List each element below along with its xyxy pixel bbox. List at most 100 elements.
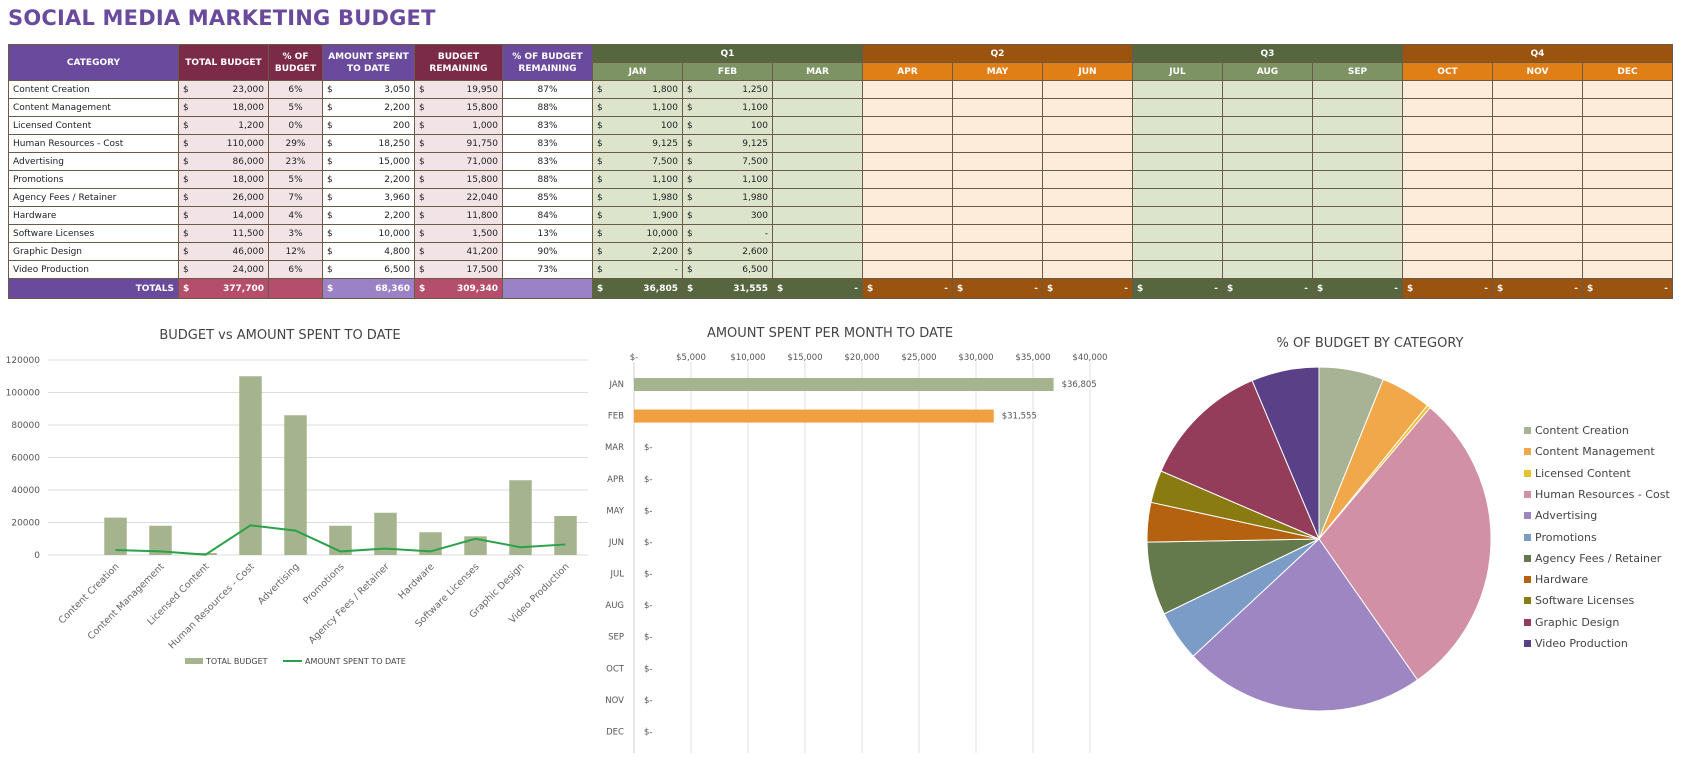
- month-cell[interactable]: [1222, 134, 1313, 153]
- category-cell[interactable]: Advertising: [8, 152, 179, 171]
- budget-remaining-cell[interactable]: $41,200: [414, 242, 503, 261]
- month-cell[interactable]: [1132, 134, 1223, 153]
- pct-remaining-cell[interactable]: 88%: [502, 170, 593, 189]
- month-cell[interactable]: $1,800: [592, 80, 683, 99]
- month-cell[interactable]: [1132, 116, 1223, 135]
- month-cell[interactable]: [1492, 170, 1583, 189]
- category-cell[interactable]: Hardware: [8, 206, 179, 225]
- month-cell[interactable]: [1312, 242, 1403, 261]
- amount-spent-cell[interactable]: $3,050: [322, 80, 415, 99]
- month-cell[interactable]: [772, 206, 863, 225]
- pct-remaining-cell[interactable]: 83%: [502, 152, 593, 171]
- month-cell[interactable]: $100: [682, 116, 773, 135]
- amount-spent-cell[interactable]: $3,960: [322, 188, 415, 207]
- month-cell[interactable]: [1312, 98, 1403, 117]
- pct-budget-cell[interactable]: 12%: [268, 242, 323, 261]
- month-cell[interactable]: [1132, 152, 1223, 171]
- month-cell[interactable]: [1492, 188, 1583, 207]
- category-cell[interactable]: Content Management: [8, 98, 179, 117]
- month-cell[interactable]: $100: [592, 116, 683, 135]
- month-cell[interactable]: [862, 260, 953, 279]
- totals-month-dec[interactable]: $ -: [1582, 278, 1673, 299]
- month-cell[interactable]: [1222, 242, 1313, 261]
- month-cell[interactable]: $7,500: [682, 152, 773, 171]
- totals-month-feb[interactable]: $31,555: [682, 278, 773, 299]
- totals-spent[interactable]: $68,360: [322, 278, 415, 299]
- month-cell[interactable]: [1312, 134, 1403, 153]
- month-cell[interactable]: [772, 80, 863, 99]
- pct-budget-cell[interactable]: 3%: [268, 224, 323, 243]
- totals-remaining[interactable]: $309,340: [414, 278, 503, 299]
- pct-budget-cell[interactable]: 23%: [268, 152, 323, 171]
- total-budget-cell[interactable]: $18,000: [178, 98, 269, 117]
- category-cell[interactable]: Promotions: [8, 170, 179, 189]
- month-cell[interactable]: [1492, 80, 1583, 99]
- month-cell[interactable]: [862, 170, 953, 189]
- total-budget-cell[interactable]: $14,000: [178, 206, 269, 225]
- amount-spent-cell[interactable]: $15,000: [322, 152, 415, 171]
- category-cell[interactable]: Video Production: [8, 260, 179, 279]
- month-cell[interactable]: [1492, 134, 1583, 153]
- month-cell[interactable]: [952, 98, 1043, 117]
- month-cell[interactable]: [1402, 134, 1493, 153]
- pct-remaining-cell[interactable]: 83%: [502, 134, 593, 153]
- month-cell[interactable]: [1582, 98, 1673, 117]
- budget-remaining-cell[interactable]: $15,800: [414, 98, 503, 117]
- month-cell[interactable]: [1132, 80, 1223, 99]
- month-cell[interactable]: [1312, 260, 1403, 279]
- month-cell[interactable]: [1402, 260, 1493, 279]
- pct-remaining-cell[interactable]: 88%: [502, 98, 593, 117]
- month-cell[interactable]: $1,100: [592, 98, 683, 117]
- month-cell[interactable]: $2,200: [592, 242, 683, 261]
- month-cell[interactable]: [1312, 224, 1403, 243]
- month-cell[interactable]: [1312, 80, 1403, 99]
- month-cell[interactable]: [772, 170, 863, 189]
- month-cell[interactable]: [1222, 170, 1313, 189]
- month-cell[interactable]: [1402, 80, 1493, 99]
- budget-remaining-cell[interactable]: $1,000: [414, 116, 503, 135]
- month-cell[interactable]: $1,980: [592, 188, 683, 207]
- pct-remaining-cell[interactable]: 13%: [502, 224, 593, 243]
- pct-remaining-cell[interactable]: 85%: [502, 188, 593, 207]
- month-cell[interactable]: $7,500: [592, 152, 683, 171]
- amount-spent-cell[interactable]: $2,200: [322, 170, 415, 189]
- month-cell[interactable]: [1582, 224, 1673, 243]
- month-cell[interactable]: $2,600: [682, 242, 773, 261]
- month-cell[interactable]: [1492, 98, 1583, 117]
- amount-spent-cell[interactable]: $200: [322, 116, 415, 135]
- month-cell[interactable]: $1,100: [592, 170, 683, 189]
- budget-remaining-cell[interactable]: $91,750: [414, 134, 503, 153]
- pct-remaining-cell[interactable]: 83%: [502, 116, 593, 135]
- category-cell[interactable]: Human Resources - Cost: [8, 134, 179, 153]
- month-cell[interactable]: [862, 116, 953, 135]
- month-cell[interactable]: $1,980: [682, 188, 773, 207]
- month-cell[interactable]: [1132, 224, 1223, 243]
- amount-spent-cell[interactable]: $2,200: [322, 206, 415, 225]
- amount-spent-cell[interactable]: $10,000: [322, 224, 415, 243]
- totals-month-jul[interactable]: $ -: [1132, 278, 1223, 299]
- month-cell[interactable]: [952, 80, 1043, 99]
- month-cell[interactable]: [952, 224, 1043, 243]
- month-cell[interactable]: [952, 116, 1043, 135]
- total-budget-cell[interactable]: $46,000: [178, 242, 269, 261]
- month-cell[interactable]: $300: [682, 206, 773, 225]
- month-cell[interactable]: [1042, 242, 1133, 261]
- totals-month-mar[interactable]: $ -: [772, 278, 863, 299]
- month-cell[interactable]: [1402, 98, 1493, 117]
- month-cell[interactable]: [1042, 224, 1133, 243]
- totals-month-nov[interactable]: $ -: [1492, 278, 1583, 299]
- month-cell[interactable]: [1132, 188, 1223, 207]
- pct-budget-cell[interactable]: 5%: [268, 170, 323, 189]
- month-cell[interactable]: $1,900: [592, 206, 683, 225]
- month-cell[interactable]: [1582, 152, 1673, 171]
- month-cell[interactable]: [1402, 224, 1493, 243]
- category-cell[interactable]: Software Licenses: [8, 224, 179, 243]
- month-cell[interactable]: [862, 242, 953, 261]
- month-cell[interactable]: [1582, 188, 1673, 207]
- totals-month-aug[interactable]: $ -: [1222, 278, 1313, 299]
- amount-spent-cell[interactable]: $6,500: [322, 260, 415, 279]
- month-cell[interactable]: [1042, 98, 1133, 117]
- pct-budget-cell[interactable]: 6%: [268, 260, 323, 279]
- month-cell[interactable]: [862, 80, 953, 99]
- month-cell[interactable]: $9,125: [592, 134, 683, 153]
